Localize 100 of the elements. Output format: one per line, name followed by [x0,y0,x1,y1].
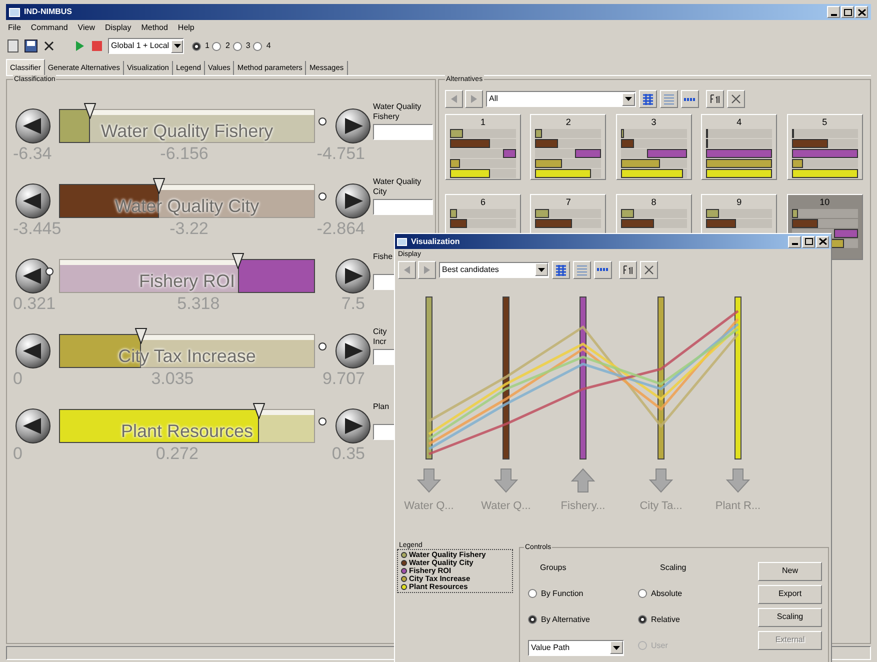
knob-icon[interactable] [15,183,51,219]
action-button[interactable]: New [758,562,822,580]
left-arrow-icon [450,94,458,104]
triangle-marker-icon[interactable] [134,328,147,344]
right-arrow-icon [423,264,431,274]
min-value: 0 [13,369,22,389]
close-button[interactable] [816,236,829,248]
circle-marker-icon[interactable] [318,417,327,426]
radio-button[interactable] [212,42,222,50]
action-button[interactable]: Scaling [758,608,822,626]
dropdown[interactable]: Global 1 + Local [108,38,184,54]
clear-button[interactable] [727,90,745,108]
radio-option[interactable]: 2 [212,40,230,52]
radio-option[interactable]: By Function [528,588,638,600]
maximize-button[interactable] [841,6,854,18]
knob-icon[interactable] [335,408,371,444]
radio-button[interactable] [528,589,537,598]
criterion-input[interactable] [373,199,433,215]
dropdown[interactable]: Best candidates [439,262,549,278]
min-value: 0 [13,444,22,464]
radio-button[interactable] [638,615,647,624]
knob-icon[interactable] [15,258,51,294]
axis-label: Water Q... [403,498,455,514]
circle-marker-icon[interactable] [318,342,327,351]
list-view-button[interactable] [573,260,591,278]
triangle-marker-icon[interactable] [152,178,165,194]
menu-item[interactable]: File [8,22,21,34]
close-icon [643,264,655,276]
clear-button[interactable] [640,260,658,278]
knob-icon[interactable] [15,333,51,369]
document-icon[interactable] [6,39,20,53]
knob-icon[interactable] [335,258,371,294]
radio-button[interactable] [528,615,537,624]
criterion-input[interactable] [373,124,433,140]
menu-item[interactable]: Command [30,22,68,34]
list-view-button[interactable] [660,90,678,108]
caret-icon [174,44,181,48]
card-number: 4 [736,117,743,128]
knob-icon[interactable] [335,183,371,219]
minimize-button[interactable] [827,6,840,18]
stop-icon[interactable] [90,39,104,53]
triangle-marker-icon[interactable] [252,403,265,419]
alternative-card[interactable]: 2 [530,114,606,180]
current-value: -6.156 [160,144,208,164]
radio-button[interactable] [232,42,242,50]
radio-option[interactable]: By Alternative [528,614,638,626]
fit-button[interactable] [706,90,724,108]
minimize-icon [792,243,798,245]
circle-marker-icon[interactable] [318,192,327,201]
action-button[interactable]: Export [758,584,822,604]
grid-icon [555,264,567,276]
radio-button[interactable] [253,42,262,50]
radio-option[interactable]: Absolute [638,588,738,600]
max-value: 0.35 [332,444,365,464]
circle-marker-icon[interactable] [45,267,54,276]
close-icon[interactable] [42,39,56,53]
axis-label: City Ta... [638,498,684,514]
menu-item[interactable]: Method [141,22,168,34]
current-value: 3.035 [151,369,194,389]
next-button[interactable] [465,90,483,108]
menu-item[interactable]: View [78,22,95,34]
knob-icon[interactable] [335,108,371,144]
knob-icon[interactable] [335,333,371,369]
field-label: Plan [373,402,390,413]
caret-icon [613,646,620,650]
previous-button[interactable] [445,90,463,108]
field-label: Fishe [373,252,393,263]
alternative-card[interactable]: 5 [786,114,863,180]
caret-icon [625,97,632,101]
grid-view-button[interactable] [552,260,570,278]
dropdown[interactable]: Value Path [528,640,624,656]
radio-button[interactable] [638,589,647,598]
next-button[interactable] [418,260,436,278]
alternative-card[interactable]: 4 [701,114,778,180]
close-button[interactable] [855,6,868,18]
line-view-button[interactable] [594,260,612,278]
menu-item[interactable]: Help [178,22,194,34]
previous-button[interactable] [398,260,416,278]
radio-option[interactable]: 3 [232,40,250,52]
save-icon[interactable] [24,39,38,53]
menu-item[interactable]: Display [105,22,132,34]
criterion-name: Fishery ROI [139,270,235,292]
alternative-card[interactable]: 3 [616,114,692,180]
triangle-marker-icon[interactable] [84,103,96,119]
radio-option[interactable]: Relative [638,614,738,626]
knob-icon[interactable] [15,108,51,144]
fit-button[interactable] [619,260,637,278]
radio-button[interactable] [192,42,201,50]
knob-icon[interactable] [15,408,51,444]
dropdown[interactable]: All [486,91,636,107]
line-view-button[interactable] [681,90,699,108]
radio-option[interactable]: 4 [253,40,271,52]
column-heading: Groups [539,562,568,574]
triangle-marker-icon[interactable] [232,253,244,269]
maximize-button[interactable] [802,236,815,248]
radio-option[interactable]: 1 [192,40,210,52]
grid-view-button[interactable] [639,90,657,108]
circle-marker-icon[interactable] [318,117,327,126]
minimize-button[interactable] [788,236,801,248]
alternative-card[interactable]: 1 [445,114,521,180]
